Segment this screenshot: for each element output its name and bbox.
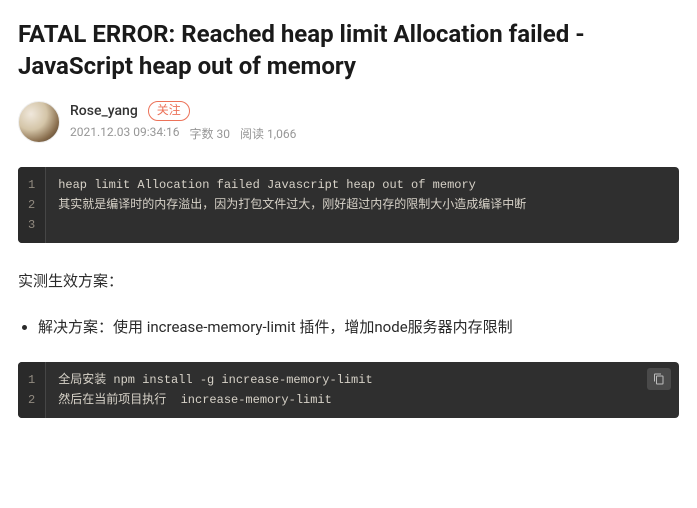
avatar[interactable] — [18, 101, 60, 143]
code-block-1: 123 heap limit Allocation failed Javascr… — [18, 167, 679, 243]
list-item: 解决方案：使用 increase-memory-limit 插件，增加node服… — [38, 315, 679, 341]
word-count: 字数 30 — [190, 125, 231, 142]
code-gutter: 123 — [18, 167, 46, 243]
publish-datetime: 2021.12.03 09:34:16 — [70, 125, 180, 142]
article-title: FATAL ERROR: Reached heap limit Allocati… — [18, 18, 679, 83]
article-meta: Rose_yang 关注 2021.12.03 09:34:16 字数 30 阅… — [18, 101, 679, 143]
code-gutter: 12 — [18, 362, 46, 418]
follow-button[interactable]: 关注 — [148, 101, 190, 121]
author-name[interactable]: Rose_yang — [70, 103, 138, 119]
read-count: 阅读 1,066 — [240, 125, 296, 142]
solution-list: 解决方案：使用 increase-memory-limit 插件，增加node服… — [18, 315, 679, 341]
code-block-2: 12 全局安装 npm install -g increase-memory-l… — [18, 362, 679, 418]
copy-icon — [653, 373, 665, 385]
section-heading: 实测生效方案： — [18, 269, 679, 293]
copy-button[interactable] — [647, 368, 671, 390]
code-content: 全局安装 npm install -g increase-memory-limi… — [46, 362, 679, 418]
code-content: heap limit Allocation failed Javascript … — [46, 167, 679, 243]
